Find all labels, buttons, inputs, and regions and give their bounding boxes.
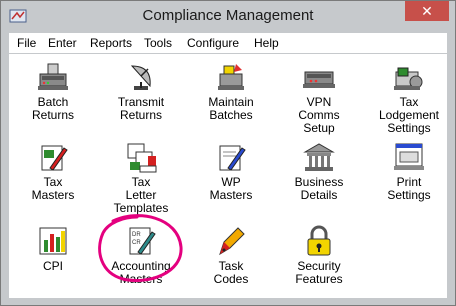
tile-label: Details	[300, 188, 338, 202]
tile-label: Batches	[209, 108, 253, 122]
tile-label: Codes	[213, 272, 249, 286]
tile-label: Returns	[31, 108, 75, 122]
tile-label: Masters	[209, 188, 253, 202]
modem-icon	[38, 63, 68, 90]
title-bar: Compliance Management ✕	[1, 1, 455, 31]
building-icon	[303, 143, 335, 171]
tile-wp-masters[interactable]: WP Masters	[195, 140, 267, 202]
highlight-circle	[98, 214, 183, 282]
menu-tools[interactable]: Tools	[144, 36, 172, 50]
pen-nib-icon	[219, 227, 245, 256]
menu-help[interactable]: Help	[254, 36, 279, 50]
tile-task-codes[interactable]: Task Codes	[195, 224, 267, 286]
tile-label: Settings	[387, 121, 431, 135]
menu-configure[interactable]: Configure	[187, 36, 239, 50]
printer-window-icon	[394, 143, 424, 170]
bar-chart-icon	[39, 227, 67, 255]
app-window: Compliance Management ✕ File Enter Repor…	[0, 0, 456, 306]
network-modem-icon	[303, 71, 335, 88]
batch-tools-icon	[218, 64, 244, 90]
tile-print-settings[interactable]: Print Settings	[373, 140, 445, 202]
tile-tax-letter-templates[interactable]: Tax Letter Templates	[105, 140, 177, 215]
tile-tax-lodgement-settings[interactable]: Tax Lodgement Settings	[373, 60, 445, 135]
tile-vpn-comms-setup[interactable]: VPN Comms Setup	[283, 60, 355, 135]
padlock-icon	[307, 225, 331, 256]
satellite-dish-icon	[130, 65, 151, 90]
tile-label: Masters	[31, 188, 75, 202]
menu-file[interactable]: File	[17, 36, 36, 50]
tile-label: Setup	[303, 121, 335, 135]
document-pen-icon	[219, 145, 246, 171]
settings-icon	[394, 67, 423, 90]
tile-label: Settings	[387, 188, 431, 202]
tile-maintain-batches[interactable]: Maintain Batches	[195, 60, 267, 122]
tile-batch-returns[interactable]: Batch Returns	[17, 60, 89, 122]
tile-label: Features	[295, 272, 343, 286]
tile-security-features[interactable]: Security Features	[283, 224, 355, 286]
launcher-panel: Batch Returns Transmit Returns Maintain …	[9, 54, 447, 298]
menu-bar: File Enter Reports Tools Configure Help	[9, 33, 447, 53]
close-button[interactable]: ✕	[405, 1, 449, 21]
letter-stack-icon	[127, 143, 157, 173]
window-title: Compliance Management	[142, 7, 314, 24]
tile-business-details[interactable]: Business Details	[283, 140, 355, 202]
menu-reports[interactable]: Reports	[90, 36, 132, 50]
tile-label: CPI	[42, 259, 63, 273]
tile-cpi[interactable]: CPI	[17, 224, 89, 273]
tile-transmit-returns[interactable]: Transmit Returns	[105, 60, 177, 122]
tile-label: Returns	[119, 108, 163, 122]
menu-enter[interactable]: Enter	[48, 36, 77, 50]
document-pen-icon	[41, 145, 68, 171]
tile-tax-masters[interactable]: Tax Masters	[17, 140, 89, 202]
